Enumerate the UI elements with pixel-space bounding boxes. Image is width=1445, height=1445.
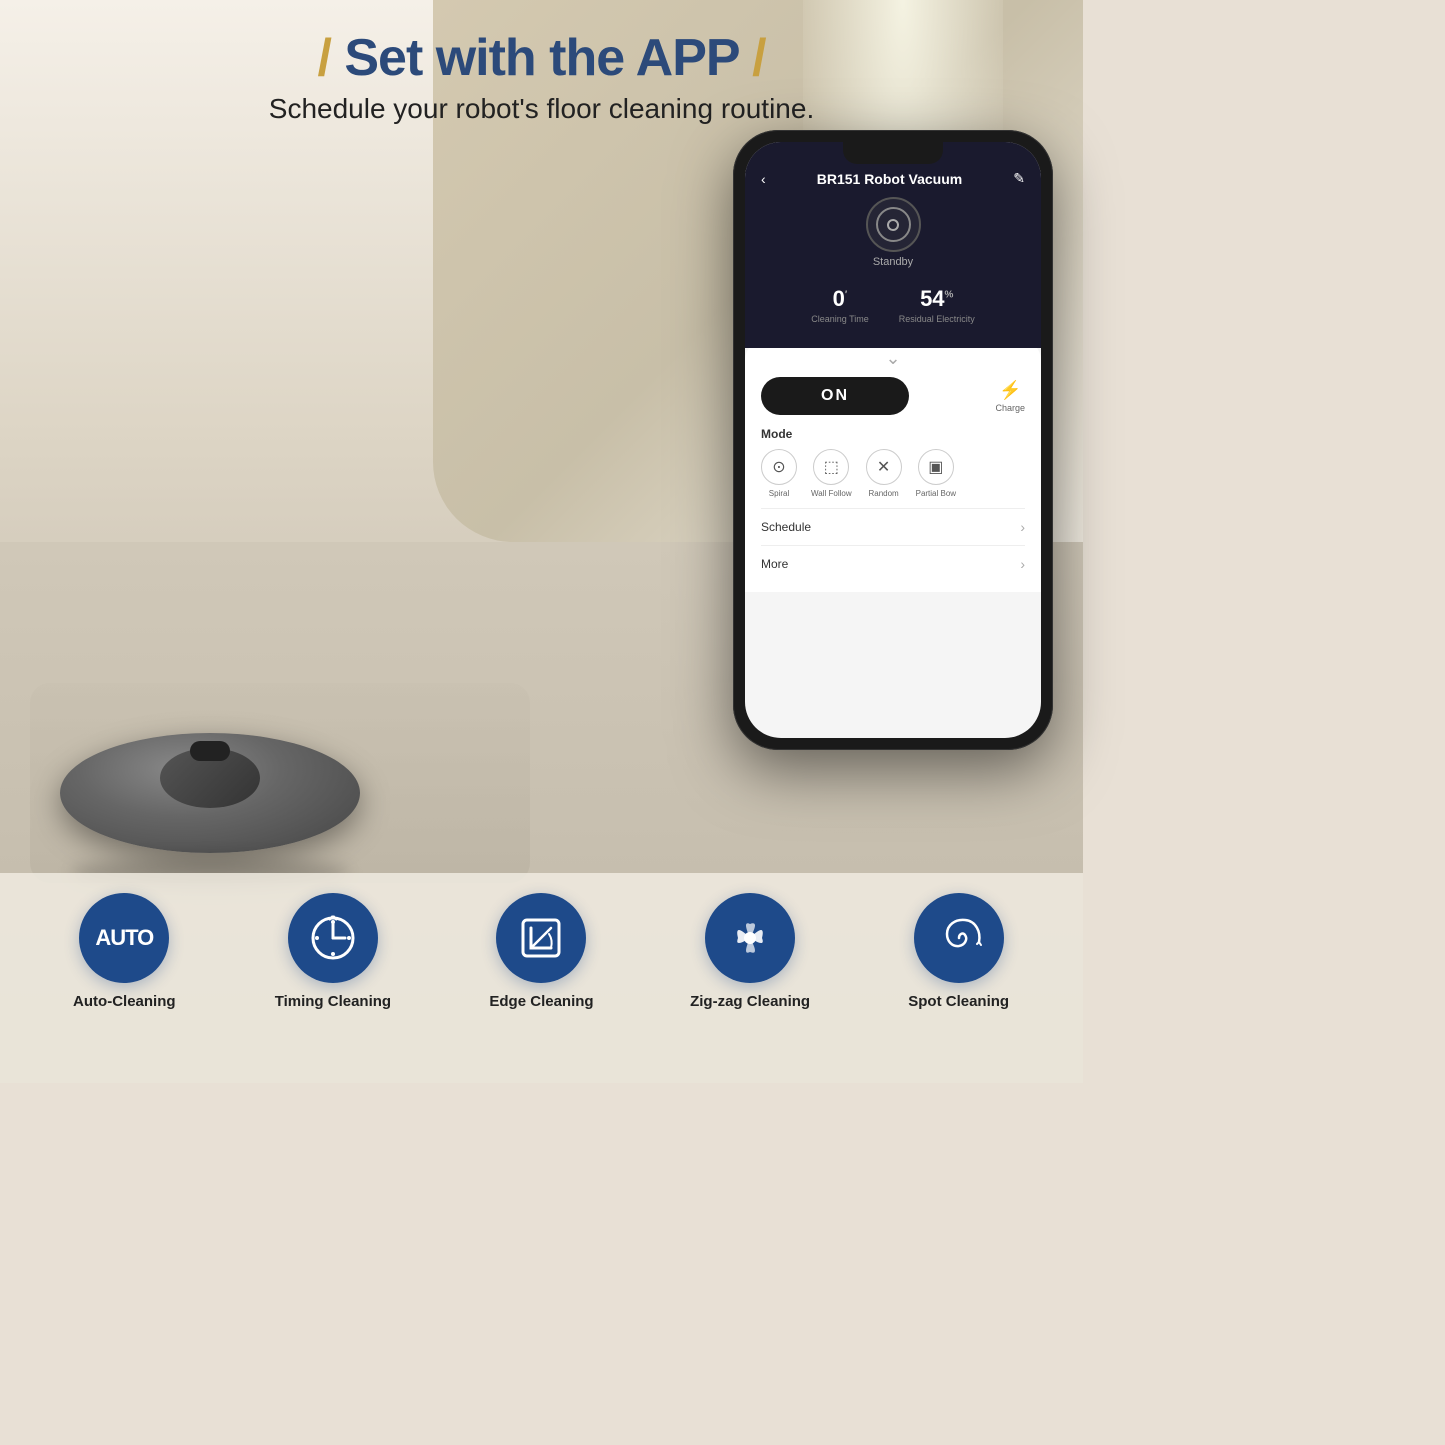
app-body: ⌄ ON ⚡ Charge Mode ⊙ Spiral: [745, 340, 1041, 592]
phone: ‹ BR151 Robot Vacuum ✎ Standby 0′ Cl: [733, 130, 1053, 750]
back-icon[interactable]: ‹: [761, 171, 766, 187]
charge-label: Charge: [995, 403, 1025, 413]
spiral-label: Spiral: [769, 489, 789, 498]
mode-section-title: Mode: [761, 427, 1025, 441]
partial-bow-label: Partial Bow: [916, 489, 956, 498]
more-row[interactable]: More ›: [761, 545, 1025, 582]
zigzag-cleaning-label: Zig-zag Cleaning: [690, 993, 810, 1010]
status-text: Standby: [761, 256, 1025, 268]
timing-cleaning-label: Timing Cleaning: [275, 993, 391, 1010]
mode-partial-bow[interactable]: ▣ Partial Bow: [916, 449, 956, 498]
mode-section: Mode ⊙ Spiral ⬚ Wall Follow ✕ Random: [761, 427, 1025, 498]
edge-cleaning-label: Edge Cleaning: [489, 993, 593, 1010]
auto-cleaning-label: Auto-Cleaning: [73, 993, 176, 1010]
features-section: AUTO Auto-Cleaning Timing Cleaning: [0, 873, 1083, 1083]
control-row: ON ⚡ Charge: [761, 377, 1025, 415]
page-title: / Set with the APP /: [0, 30, 1083, 87]
spot-icon: [933, 912, 985, 964]
random-label: Random: [868, 489, 898, 498]
schedule-arrow-icon: ›: [1020, 519, 1025, 535]
phone-notch: [843, 142, 943, 164]
electricity-label: Residual Electricity: [899, 314, 975, 324]
robot-inner-ring: [876, 207, 911, 242]
clock-icon: [307, 912, 359, 964]
phone-outer: ‹ BR151 Robot Vacuum ✎ Standby 0′ Cl: [733, 130, 1053, 750]
partial-bow-icon: ▣: [918, 449, 954, 485]
header: / Set with the APP / Schedule your robot…: [0, 0, 1083, 125]
slash-right: /: [752, 29, 765, 87]
electricity-stat: 54% Residual Electricity: [899, 286, 975, 324]
phone-screen: ‹ BR151 Robot Vacuum ✎ Standby 0′ Cl: [745, 142, 1041, 738]
stats-row: 0′ Cleaning Time 54% Residual Electricit…: [761, 278, 1025, 332]
app-nav: ‹ BR151 Robot Vacuum ✎: [761, 170, 1025, 187]
robot-vacuum: [60, 733, 380, 873]
zigzag-icon: [724, 912, 776, 964]
schedule-row[interactable]: Schedule ›: [761, 508, 1025, 545]
zigzag-cleaning-circle: [705, 893, 795, 983]
more-label: More: [761, 557, 788, 571]
more-arrow-icon: ›: [1020, 556, 1025, 572]
robot-sensor: [190, 741, 230, 761]
app-header: ‹ BR151 Robot Vacuum ✎ Standby 0′ Cl: [745, 142, 1041, 348]
charge-button[interactable]: ⚡ Charge: [995, 380, 1025, 413]
mode-random[interactable]: ✕ Random: [866, 449, 902, 498]
wall-follow-label: Wall Follow: [811, 489, 852, 498]
chevron-down-icon[interactable]: ⌄: [761, 348, 1025, 369]
cleaning-time-stat: 0′ Cleaning Time: [811, 286, 869, 324]
feature-auto-cleaning: AUTO Auto-Cleaning: [54, 893, 194, 1010]
wall-follow-icon: ⬚: [813, 449, 849, 485]
app-title: BR151 Robot Vacuum: [817, 171, 962, 187]
charge-icon: ⚡: [999, 380, 1021, 401]
auto-icon: AUTO: [95, 925, 153, 951]
slash-left: /: [317, 29, 330, 87]
feature-zigzag-cleaning: Zig-zag Cleaning: [680, 893, 820, 1010]
robot-status-icon: [866, 197, 921, 252]
on-button[interactable]: ON: [761, 377, 909, 415]
robot-dot: [887, 219, 899, 231]
mode-spiral[interactable]: ⊙ Spiral: [761, 449, 797, 498]
schedule-label: Schedule: [761, 520, 811, 534]
feature-timing-cleaning: Timing Cleaning: [263, 893, 403, 1010]
edit-icon[interactable]: ✎: [1013, 170, 1025, 187]
spot-cleaning-circle: [914, 893, 1004, 983]
feature-edge-cleaning: Edge Cleaning: [471, 893, 611, 1010]
robot-body: [60, 733, 360, 853]
spot-cleaning-label: Spot Cleaning: [908, 993, 1009, 1010]
cleaning-time-label: Cleaning Time: [811, 314, 869, 324]
spiral-icon: ⊙: [761, 449, 797, 485]
timing-cleaning-circle: [288, 893, 378, 983]
mode-wall-follow[interactable]: ⬚ Wall Follow: [811, 449, 852, 498]
cleaning-time-value: 0′: [811, 286, 869, 312]
edge-cleaning-icon: [515, 912, 567, 964]
edge-cleaning-circle: [496, 893, 586, 983]
subtitle: Schedule your robot's floor cleaning rou…: [0, 93, 1083, 125]
feature-spot-cleaning: Spot Cleaning: [889, 893, 1029, 1010]
electricity-value: 54%: [899, 286, 975, 312]
random-icon: ✕: [866, 449, 902, 485]
auto-cleaning-circle: AUTO: [79, 893, 169, 983]
mode-icons-row: ⊙ Spiral ⬚ Wall Follow ✕ Random ▣: [761, 449, 1025, 498]
